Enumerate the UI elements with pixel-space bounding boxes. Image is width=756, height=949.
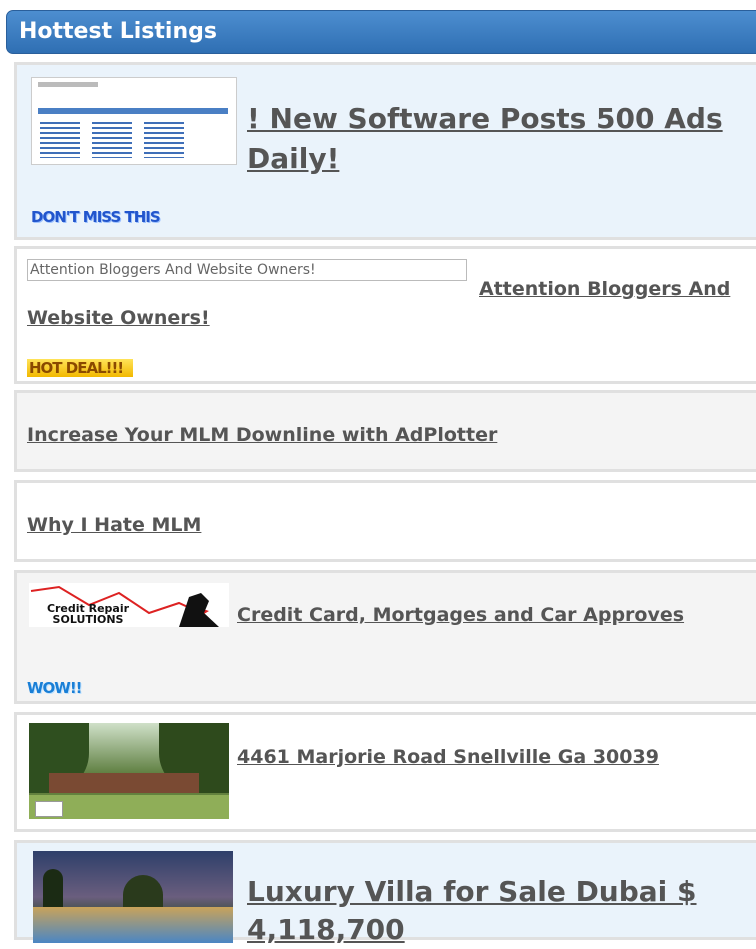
- villa-photo-thumbnail[interactable]: [33, 851, 233, 943]
- listing-title-link[interactable]: 4461 Marjorie Road Snellville Ga 30039: [237, 743, 717, 771]
- wow-badge: WOW!!: [27, 679, 83, 697]
- listing-item: Luxury Villa for Sale Dubai $ 4,118,700: [14, 840, 756, 946]
- software-screenshot-thumbnail[interactable]: [31, 77, 237, 165]
- house-photo-thumbnail[interactable]: [29, 723, 229, 819]
- listing-item: Attention Bloggers And Website Owners! A…: [14, 246, 756, 384]
- dont-miss-this-badge: DON'T MISS THIS: [31, 208, 161, 226]
- credit-repair-thumbnail[interactable]: Credit Repair SOLUTIONS: [29, 583, 229, 627]
- section-title: Hottest Listings: [19, 19, 217, 44]
- listing-title-link[interactable]: Credit Card, Mortgages and Car Approves: [237, 601, 737, 629]
- listing-title-link[interactable]: Increase Your MLM Downline with AdPlotte…: [27, 421, 747, 449]
- credit-repair-image-text: Credit Repair SOLUTIONS: [46, 602, 130, 626]
- listing-title-link[interactable]: Attention Bloggers And Website Owners!: [27, 275, 747, 333]
- listing-title-link[interactable]: ! New Software Posts 500 Ads Daily!: [247, 99, 747, 179]
- listing-item: Why I Hate MLM: [14, 480, 756, 562]
- hot-deal-badge: HOT DEAL!!!: [27, 359, 134, 377]
- listing-item: Credit Repair SOLUTIONS Credit Card, Mor…: [14, 570, 756, 704]
- listing-item: 4461 Marjorie Road Snellville Ga 30039: [14, 712, 756, 832]
- listing-item: ! New Software Posts 500 Ads Daily! DON'…: [14, 62, 756, 240]
- listing-title-link[interactable]: Why I Hate MLM: [27, 511, 747, 539]
- listing-title-link[interactable]: Luxury Villa for Sale Dubai $ 4,118,700: [247, 873, 756, 949]
- hottest-listings-header: Hottest Listings: [6, 10, 756, 54]
- listing-item: Increase Your MLM Downline with AdPlotte…: [14, 390, 756, 472]
